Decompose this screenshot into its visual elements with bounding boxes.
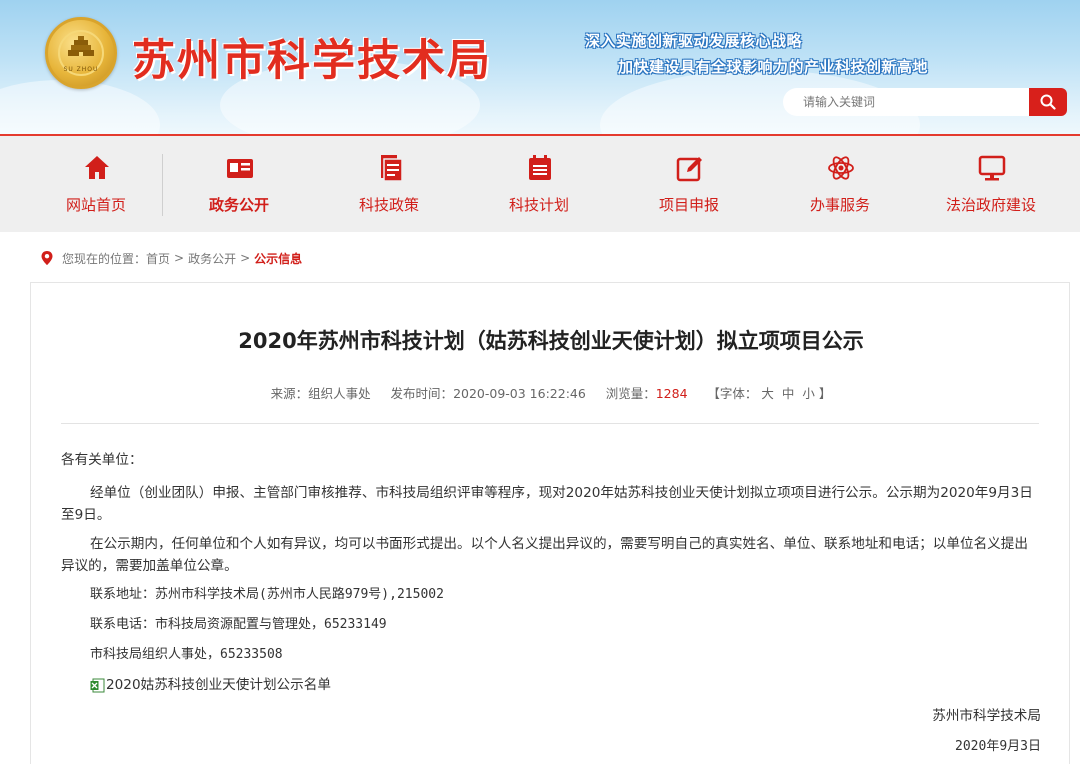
site-title[interactable]: 苏州市科学技术局 [132, 26, 492, 88]
breadcrumb-gov-affairs[interactable]: 政务公开 [188, 250, 236, 267]
meta-source: 组织人事处 [308, 386, 371, 401]
article-meta: 来源：组织人事处 发布时间：2020-09-03 16:22:46 浏览量：12… [31, 383, 1071, 402]
pagoda-icon [68, 36, 94, 56]
nav-item-service[interactable]: 办事服务 [765, 136, 915, 232]
excel-file-icon [90, 678, 105, 692]
nav-label: 科技政策 [358, 196, 419, 214]
home-icon [85, 156, 109, 179]
meta-views: 1284 [655, 386, 688, 401]
slogan-line-2: 加快建设具有全球影响力的产业科技创新高地 [618, 58, 929, 76]
main-nav: 网站首页 政务公开 科技政策 科技计划 项目申报 办事服务 法治政府建设 [0, 134, 1080, 232]
id-card-icon [227, 159, 253, 178]
atom-icon [828, 156, 854, 180]
nav-item-plan[interactable]: 科技计划 [464, 136, 614, 232]
meta-source-label: 来源： [270, 386, 309, 401]
nav-item-policy[interactable]: 科技政策 [314, 136, 464, 232]
site-header: SU ZHOU 苏州市科学技术局 深入实施创新驱动发展核心战略 加快建设具有全球… [0, 0, 1080, 134]
search-icon [1040, 94, 1056, 110]
attachment-link[interactable]: 2020姑苏科技创业天使计划公示名单 [90, 674, 331, 696]
article-title: 2020年苏州市科技计划（姑苏科技创业天使计划）拟立项项目公示 [238, 329, 864, 353]
breadcrumb-separator: > [240, 251, 251, 265]
signature-date: 2020年9月3日 [955, 739, 1041, 754]
greeting: 各有关单位： [61, 452, 143, 468]
font-size-small[interactable]: 小 [802, 386, 815, 401]
calendar-icon [529, 155, 551, 180]
paragraph-1: 经单位（创业团队）申报、主管部门审核推荐、市科技局组织评审等程序，现对2020年… [61, 485, 1033, 523]
slogan-line-1: 深入实施创新驱动发展核心战略 [585, 32, 803, 50]
search-input[interactable] [783, 88, 1029, 116]
meta-time: 2020-09-03 16:22:46 [453, 386, 586, 401]
meta-font-close: 】 [818, 386, 832, 401]
logo-text: SU ZHOU [63, 66, 99, 73]
nav-label: 科技计划 [508, 196, 569, 214]
font-size-large[interactable]: 大 [761, 386, 774, 401]
signature-org: 苏州市科学技术局 [932, 708, 1041, 724]
meta-font-label: 【字体： [707, 386, 758, 401]
paragraph-2: 在公示期内，任何单位和个人如有异议，均可以书面形式提出。以个人名义提出异议的，需… [61, 536, 1028, 574]
site-logo[interactable]: SU ZHOU [45, 17, 117, 89]
breadcrumb: 您现在的位置： 首页 > 政务公开 > 公示信息 [40, 248, 302, 268]
article-panel: 2020年苏州市科技计划（姑苏科技创业天使计划）拟立项项目公示 来源：组织人事处… [30, 282, 1070, 764]
meta-time-label: 发布时间： [390, 386, 454, 401]
nav-label: 办事服务 [809, 196, 870, 214]
contact-phone: 联系电话：市科技局资源配置与管理处，65233149 [90, 617, 387, 632]
search-box [783, 88, 1067, 116]
nav-divider [162, 154, 163, 216]
breadcrumb-home[interactable]: 首页 [146, 250, 170, 267]
nav-label: 项目申报 [658, 196, 719, 214]
divider [61, 423, 1039, 424]
nav-label: 法治政府建设 [945, 196, 1036, 214]
breadcrumb-separator: > [174, 251, 185, 265]
breadcrumb-prefix: 您现在的位置： [62, 251, 147, 266]
contact-address: 联系地址：苏州市科学技术局(苏州市人民路979号),215002 [90, 587, 444, 602]
font-size-medium[interactable]: 中 [782, 386, 795, 401]
nav-item-gov-affairs[interactable]: 政务公开 [164, 136, 314, 232]
meta-views-label: 浏览量： [605, 386, 656, 401]
nav-label: 网站首页 [65, 196, 126, 214]
monitor-icon [978, 155, 1006, 181]
document-icon [381, 155, 403, 182]
nav-item-apply[interactable]: 项目申报 [614, 136, 764, 232]
breadcrumb-current[interactable]: 公示信息 [254, 250, 302, 267]
nav-item-home[interactable]: 网站首页 [21, 136, 171, 232]
nav-item-rule-of-law[interactable]: 法治政府建设 [916, 136, 1066, 232]
location-pin-icon [41, 251, 53, 265]
nav-label: 政务公开 [208, 196, 269, 214]
attachment-label: 2020姑苏科技创业天使计划公示名单 [106, 677, 331, 693]
search-button[interactable] [1029, 88, 1067, 116]
edit-icon [676, 157, 702, 182]
contact-phone-2: 市科技局组织人事处，65233508 [90, 647, 283, 662]
